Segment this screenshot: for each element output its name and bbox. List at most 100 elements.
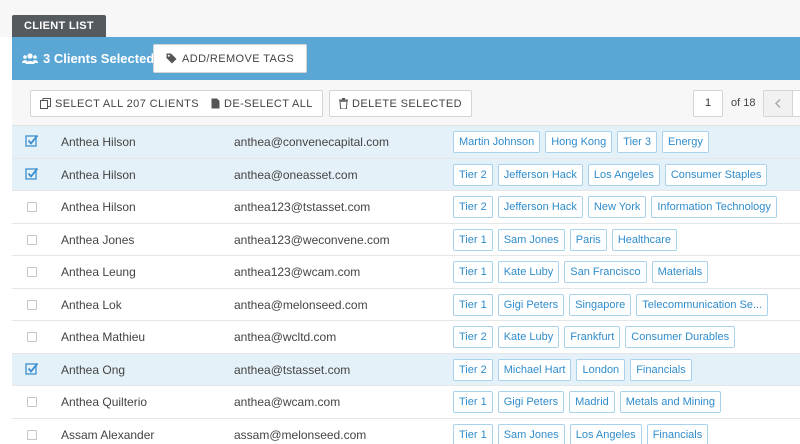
previous-page-button[interactable] xyxy=(763,90,793,117)
add-remove-tags-button[interactable]: ADD/REMOVE TAGS xyxy=(153,44,307,73)
tag-chip[interactable]: Gigi Peters xyxy=(497,293,565,316)
delete-selected-label: DELETE SELECTED xyxy=(352,97,462,110)
checkbox-checked-icon[interactable] xyxy=(25,362,39,379)
row-checkbox[interactable] xyxy=(27,332,37,342)
row-checkbox[interactable] xyxy=(27,267,37,277)
tag-list: Tier 1 Kate Luby San Francisco Materials xyxy=(453,261,709,283)
client-name: Anthea Mathieu xyxy=(61,330,146,344)
tag-chip[interactable]: Materials xyxy=(651,261,709,283)
tag-chip[interactable]: Kate Luby xyxy=(497,326,560,348)
tag-chip[interactable]: Energy xyxy=(661,131,709,153)
tag-list: Tier 1 Sam Jones Los Angeles Financials xyxy=(453,423,709,444)
tag-chip[interactable]: Michael Hart xyxy=(497,358,572,381)
client-list: Anthea Hilson anthea@convenecapital.com Ma… xyxy=(12,126,800,444)
page-number-input[interactable]: 1 xyxy=(693,90,723,117)
tag-chip[interactable]: San Francisco xyxy=(564,261,647,283)
tag-chip[interactable]: Tier 2 xyxy=(453,196,493,218)
tag-list: Tier 1 Gigi Peters Singapore Telecommunicat… xyxy=(453,293,769,316)
client-name: Assam Alexander xyxy=(61,427,155,442)
table-row[interactable]: Anthea Ong anthea@tstasset.com Tier 2 Micha… xyxy=(12,353,800,386)
tag-chip[interactable]: Tier 2 xyxy=(453,326,493,348)
row-checkbox[interactable] xyxy=(27,397,37,407)
tag-list: Tier 1 Sam Jones Paris Healthcare xyxy=(453,228,678,251)
tag-chip[interactable]: Los Angeles xyxy=(569,423,642,444)
table-row[interactable]: Anthea Hilson anthea@convenecapital.com Ma… xyxy=(12,126,800,159)
tag-chip[interactable]: Tier 1 xyxy=(453,391,493,413)
client-email: anthea123@tstasset.com xyxy=(234,200,371,214)
row-checkbox[interactable] xyxy=(27,234,37,245)
next-page-button[interactable] xyxy=(793,90,800,117)
tag-chip[interactable]: Tier 1 xyxy=(453,293,493,316)
tag-chip[interactable]: New York xyxy=(587,196,647,218)
client-name: Anthea Hilson xyxy=(61,200,136,214)
table-row[interactable]: Anthea Hilson anthea123@tstasset.com Tier … xyxy=(12,191,800,224)
client-email: anthea123@weconvene.com xyxy=(234,232,390,247)
tag-chip[interactable]: Metals and Mining xyxy=(619,391,722,413)
tag-chip[interactable]: Telecommunication Se... xyxy=(636,293,769,316)
tag-chip[interactable]: Information Technology xyxy=(651,196,777,218)
tab-client-list[interactable]: CLIENT LIST xyxy=(12,15,106,37)
tag-list: Martin Johnson Hong Kong Tier 3 Energy xyxy=(453,131,709,153)
tag-chip[interactable]: Madrid xyxy=(569,391,615,413)
add-remove-tags-label: ADD/REMOVE TAGS xyxy=(182,52,294,65)
row-checkbox[interactable] xyxy=(27,429,37,440)
tag-chip[interactable]: Martin Johnson xyxy=(453,131,541,153)
tag-chip[interactable]: Singapore xyxy=(569,293,632,316)
delete-selected-button[interactable]: DELETE SELECTED xyxy=(329,90,472,117)
table-row[interactable]: Anthea Hilson anthea@oneasset.com Tier 2 Je… xyxy=(12,158,800,191)
checkbox-checked-icon[interactable] xyxy=(25,134,39,151)
tag-chip[interactable]: Hong Kong xyxy=(545,131,613,153)
client-email: anthea@oneasset.com xyxy=(234,167,358,182)
tag-chip[interactable]: Financials xyxy=(646,423,709,444)
chevron-left-icon xyxy=(775,99,781,108)
client-name: Anthea Lok xyxy=(61,297,122,312)
table-row[interactable]: Anthea Lok anthea@melonseed.com Tier 1 Gigi… xyxy=(12,288,800,321)
tag-chip[interactable]: Tier 1 xyxy=(453,423,493,444)
tab-bar: CLIENT LIST xyxy=(0,0,800,37)
table-row[interactable]: Anthea Leung anthea123@wcam.com Tier 1 Kate… xyxy=(12,256,800,289)
tag-chip[interactable]: Financials xyxy=(630,358,692,381)
table-row[interactable]: Assam Alexander assam@melonseed.com Tier 1… xyxy=(12,418,800,444)
tag-chip[interactable]: Consumer Staples xyxy=(664,163,768,186)
tag-chip[interactable]: Frankfurt xyxy=(564,326,621,348)
tag-chip[interactable]: Jefferson Hack xyxy=(497,196,583,218)
tag-chip[interactable]: Paris xyxy=(569,228,607,251)
client-email: anthea@wcltd.com xyxy=(234,330,337,344)
client-name: Anthea Jones xyxy=(61,232,135,247)
tag-chip[interactable]: Tier 3 xyxy=(617,131,657,153)
tag-chip[interactable]: Consumer Durables xyxy=(625,326,736,348)
checkbox-checked-icon[interactable] xyxy=(25,167,39,184)
tag-chip[interactable]: London xyxy=(576,358,626,381)
table-row[interactable]: Anthea Quilterio anthea@wcam.com Tier 1 Gig… xyxy=(12,386,800,419)
file-icon xyxy=(211,98,220,109)
tag-chip[interactable]: Los Angeles xyxy=(587,163,660,186)
table-row[interactable]: Anthea Jones anthea123@weconvene.com Tier … xyxy=(12,223,800,256)
table-row[interactable]: Anthea Mathieu anthea@wcltd.com Tier 2 Kate… xyxy=(12,321,800,354)
tag-chip[interactable]: Kate Luby xyxy=(497,261,560,283)
client-name: Anthea Leung xyxy=(61,265,136,279)
tag-chip[interactable]: Healthcare xyxy=(611,228,678,251)
tag-chip[interactable]: Tier 1 xyxy=(453,228,493,251)
tag-icon xyxy=(166,53,177,64)
trash-icon xyxy=(339,98,348,109)
tag-list: Tier 2 Kate Luby Frankfurt Consumer Durable… xyxy=(453,326,736,348)
tag-chip[interactable]: Sam Jones xyxy=(497,423,565,444)
client-email: assam@melonseed.com xyxy=(234,427,367,442)
tag-list: Tier 2 Jefferson Hack Los Angeles Consumer … xyxy=(453,163,768,186)
client-name: Anthea Ong xyxy=(61,362,126,377)
tag-chip[interactable]: Tier 2 xyxy=(453,163,493,186)
tag-chip[interactable]: Tier 2 xyxy=(453,358,493,381)
tag-chip[interactable]: Jefferson Hack xyxy=(497,163,583,186)
row-checkbox[interactable] xyxy=(27,299,37,310)
tag-chip[interactable]: Tier 1 xyxy=(453,261,493,283)
list-toolbar: SELECT ALL 207 CLIENTS DE-SELECT ALL DEL… xyxy=(12,80,800,126)
deselect-all-label: DE-SELECT ALL xyxy=(224,97,313,110)
client-email: anthea@convenecapital.com xyxy=(234,135,389,149)
tag-chip[interactable]: Sam Jones xyxy=(497,228,565,251)
selection-count: 3 Clients Selected xyxy=(22,37,154,80)
row-checkbox[interactable] xyxy=(27,202,37,212)
select-all-button[interactable]: SELECT ALL 207 CLIENTS xyxy=(30,90,209,117)
deselect-all-button[interactable]: DE-SELECT ALL xyxy=(202,90,323,117)
tag-chip[interactable]: Gigi Peters xyxy=(497,391,565,413)
client-email: anthea@melonseed.com xyxy=(234,297,368,312)
